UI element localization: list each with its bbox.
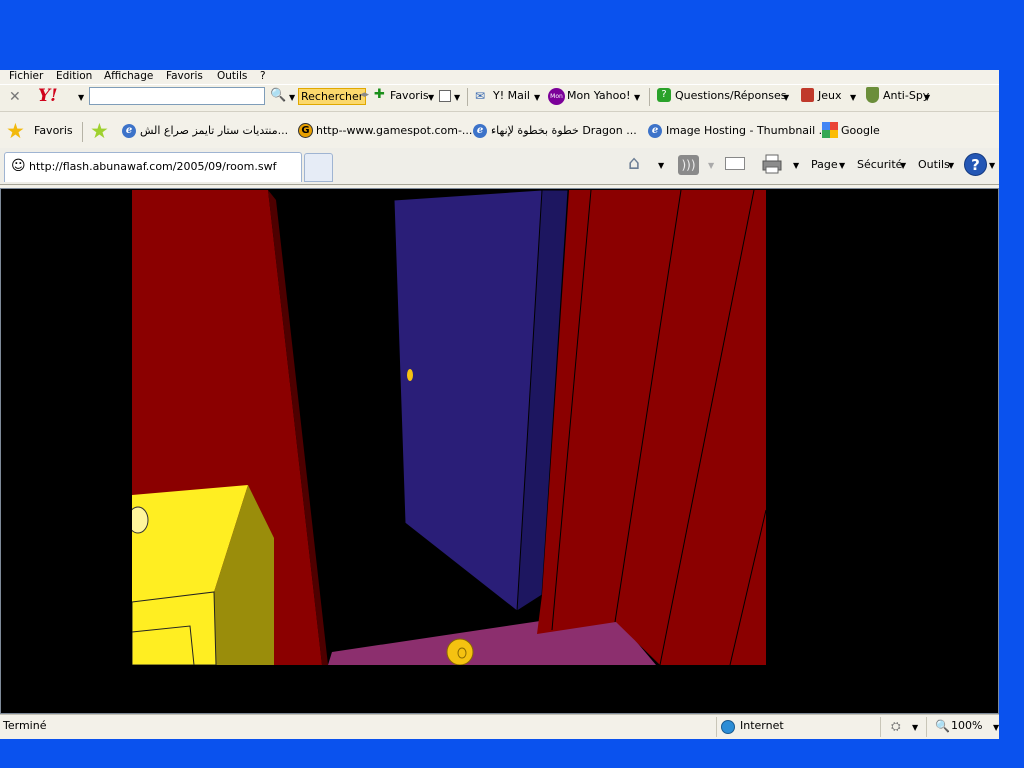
favorites-star-icon[interactable]: ★ — [6, 119, 25, 143]
home-icon[interactable]: ⌂ — [628, 152, 640, 174]
protected-mode-icon: ⛭ — [891, 719, 901, 733]
page-content — [0, 188, 999, 714]
toolbar-divider — [649, 88, 650, 106]
tab-row: ☺ http://flash.abunawaf.com/2005/09/room… — [0, 148, 999, 185]
zoom-cell[interactable]: 🔍 100% ▼ — [926, 717, 1000, 737]
new-tab-button[interactable] — [304, 153, 333, 182]
menu-bar: Fichier Edition Affichage Favoris Outils… — [0, 70, 999, 84]
block-chevron-down-icon[interactable]: ▼ — [454, 93, 460, 102]
globe-icon — [721, 720, 735, 734]
favorite-link-startimes[interactable]: منتديات ستار تايمز صراع الش... — [140, 124, 288, 138]
floor-knob-item[interactable] — [446, 638, 474, 666]
favorites-center-button[interactable]: Favoris — [34, 124, 73, 138]
toolbar-close-icon[interactable]: ✕ — [9, 89, 21, 105]
resize-handle-icon[interactable]: ◂▸ — [360, 90, 369, 100]
flash-room-game[interactable] — [127, 189, 767, 666]
home-chevron-down-icon[interactable]: ▼ — [658, 161, 664, 170]
favoris-chevron-down-icon[interactable]: ▼ — [428, 93, 434, 102]
mail-chevron-down-icon[interactable]: ▼ — [534, 93, 540, 102]
menu-help[interactable]: ? — [260, 70, 266, 83]
favorite-link-gamespot[interactable]: http--www.gamespot.com-... — [316, 124, 472, 138]
questions-reponses-button[interactable]: Questions/Réponses — [675, 89, 786, 103]
yahoo-search-input[interactable] — [89, 87, 265, 105]
outils-chevron-down-icon[interactable]: ▼ — [948, 161, 954, 170]
zoom-chevron-down-icon[interactable]: ▼ — [993, 723, 999, 732]
mon-yahoo-button[interactable]: Mon Yahoo! — [567, 89, 630, 103]
menu-edition[interactable]: Edition — [56, 70, 92, 83]
jeux-button[interactable]: Jeux — [818, 89, 842, 103]
mail-read-icon[interactable] — [725, 157, 745, 170]
active-tab[interactable]: ☺ http://flash.abunawaf.com/2005/09/room… — [4, 152, 302, 182]
toolbar-divider — [467, 88, 468, 106]
mail-envelope-icon: ✉ — [475, 89, 486, 103]
add-favorite-icon: ✚ — [374, 87, 385, 102]
ie-page-icon: e — [648, 124, 662, 138]
yahoo-logo-icon[interactable]: Y! — [38, 86, 58, 106]
securite-chevron-down-icon[interactable]: ▼ — [900, 161, 906, 170]
favorite-link-image-hosting[interactable]: Image Hosting - Thumbnail ... — [666, 124, 829, 138]
room-scene[interactable] — [127, 189, 767, 666]
door-knob[interactable] — [407, 369, 413, 381]
search-icon[interactable]: 🔍 — [270, 88, 286, 103]
yahoo-menu-chevron-down-icon[interactable]: ▼ — [78, 93, 84, 102]
protected-mode-cell[interactable]: ⛭ ▼ — [880, 717, 923, 737]
zoom-level: 100% — [951, 719, 983, 732]
page-menu-button[interactable]: Page — [811, 158, 838, 172]
jeux-dice-icon — [801, 88, 814, 102]
jeux-chevron-down-icon[interactable]: ▼ — [850, 93, 856, 102]
zone-label: Internet — [740, 719, 784, 732]
outils-menu-button[interactable]: Outils — [918, 158, 950, 172]
gamespot-icon: G — [298, 123, 313, 138]
favorites-bar: ★ Favoris ★ e منتديات ستار تايمز صراع ال… — [0, 118, 999, 146]
menu-affichage[interactable]: Affichage — [104, 70, 153, 83]
yahoo-toolbar: ✕ Y! ▼ 🔍 ▼ Rechercher ◂▸ ✚ Favoris ▼ ▼ ✉… — [0, 84, 999, 112]
favorite-link-dragon[interactable]: خطوة بخطوة لإنهاء Dragon ... — [491, 124, 637, 138]
print-icon[interactable] — [761, 153, 783, 175]
rechercher-button[interactable]: Rechercher — [298, 88, 367, 105]
favoris-toolbar-button[interactable]: Favoris — [390, 89, 429, 103]
favorite-link-google[interactable]: Google — [841, 124, 880, 138]
page-chevron-down-icon[interactable]: ▼ — [839, 161, 845, 170]
tab-url: http://flash.abunawaf.com/2005/09/room.s… — [29, 160, 277, 173]
browser-window: Fichier Edition Affichage Favoris Outils… — [0, 70, 999, 739]
shield-icon — [866, 87, 879, 103]
cabinet-object[interactable] — [127, 506, 149, 534]
anti-spy-button[interactable]: Anti-Spy — [883, 89, 929, 103]
toolbar-block-icon[interactable] — [439, 90, 451, 102]
help-icon[interactable]: ? — [964, 153, 987, 176]
zoom-icon: 🔍 — [935, 719, 950, 733]
menu-favoris[interactable]: Favoris — [166, 70, 203, 83]
ymail-button[interactable]: Y! Mail — [493, 89, 530, 103]
toolbar-divider — [82, 122, 83, 142]
status-bar: Terminé Internet ⛭ ▼ 🔍 100% ▼ — [0, 714, 999, 739]
google-icon — [822, 122, 838, 138]
ie-page-icon: e — [473, 124, 487, 138]
rss-chevron-down-icon[interactable]: ▼ — [708, 161, 714, 170]
search-options-chevron-down-icon[interactable]: ▼ — [289, 93, 295, 102]
protected-mode-chevron-down-icon[interactable]: ▼ — [912, 723, 918, 732]
questions-chevron-down-icon[interactable]: ▼ — [783, 93, 789, 102]
cabinet-front[interactable] — [131, 591, 217, 666]
menu-fichier[interactable]: Fichier — [9, 70, 43, 83]
status-text: Terminé — [3, 719, 47, 732]
securite-menu-button[interactable]: Sécurité — [857, 158, 902, 172]
zone-cell[interactable]: Internet — [716, 717, 877, 737]
smiley-favicon-icon: ☺ — [11, 158, 26, 174]
mon-yahoo-icon: Mon — [548, 88, 565, 105]
antispy-chevron-down-icon[interactable]: ▼ — [924, 93, 930, 102]
right-wall[interactable] — [537, 190, 766, 665]
rss-feed-icon[interactable]: ))) — [678, 155, 699, 175]
print-chevron-down-icon[interactable]: ▼ — [793, 161, 799, 170]
help-chevron-down-icon[interactable]: ▼ — [989, 161, 995, 170]
ie-page-icon: e — [122, 124, 136, 138]
add-to-favorites-bar-icon[interactable]: ★ — [90, 119, 109, 143]
menu-outils[interactable]: Outils — [217, 70, 247, 83]
questions-icon: ? — [657, 88, 671, 102]
mon-yahoo-chevron-down-icon[interactable]: ▼ — [634, 93, 640, 102]
